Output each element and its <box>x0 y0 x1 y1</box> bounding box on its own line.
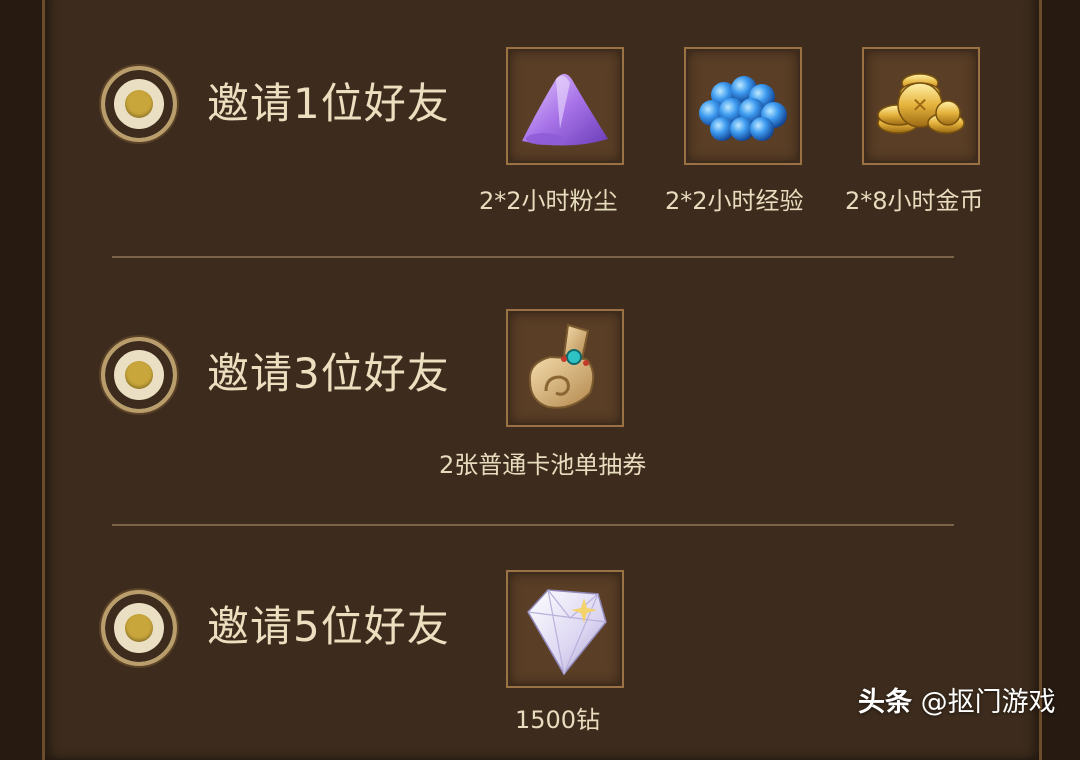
tier-5-title: 邀请5位好友 <box>207 602 450 651</box>
radio-selected-dot <box>125 614 153 642</box>
reward-label-ticket: 2张普通卡池单抽券 <box>439 451 647 479</box>
row-divider <box>112 256 954 258</box>
reward-label-diamond: 1500钻 <box>515 706 601 734</box>
radio-selected-dot <box>125 90 153 118</box>
tier-1-radio[interactable] <box>101 66 177 142</box>
watermark-account: @抠门游戏 <box>920 687 1056 718</box>
diamond-icon <box>527 589 607 676</box>
tier-3-title: 邀请3位好友 <box>207 349 450 398</box>
scroll-ticket-icon <box>528 323 595 409</box>
watermark: 头条 @抠门游戏 <box>858 686 1056 720</box>
reward-label-dust: 2*2小时粉尘 <box>479 187 618 215</box>
reward-slot-gold[interactable]: ✕ <box>862 47 980 165</box>
reward-slot-exp[interactable] <box>684 47 802 165</box>
gold-coins-icon: ✕ <box>877 73 965 134</box>
reward-slot-diamond[interactable] <box>506 570 624 688</box>
svg-text:✕: ✕ <box>912 93 929 117</box>
row-divider <box>112 524 954 526</box>
reward-slot-ticket[interactable] <box>506 309 624 427</box>
tier-1-title: 邀请1位好友 <box>207 79 450 128</box>
tier-3-radio[interactable] <box>101 337 177 413</box>
reward-label-gold: 2*8小时金币 <box>845 187 984 215</box>
blue-exp-orbs-icon <box>699 76 787 141</box>
reward-slot-dust[interactable] <box>506 47 624 165</box>
radio-selected-dot <box>125 361 153 389</box>
watermark-brand: 头条 <box>858 687 912 718</box>
tier-5-radio[interactable] <box>101 590 177 666</box>
reward-label-exp: 2*2小时经验 <box>665 187 804 215</box>
purple-dust-icon <box>522 73 608 146</box>
